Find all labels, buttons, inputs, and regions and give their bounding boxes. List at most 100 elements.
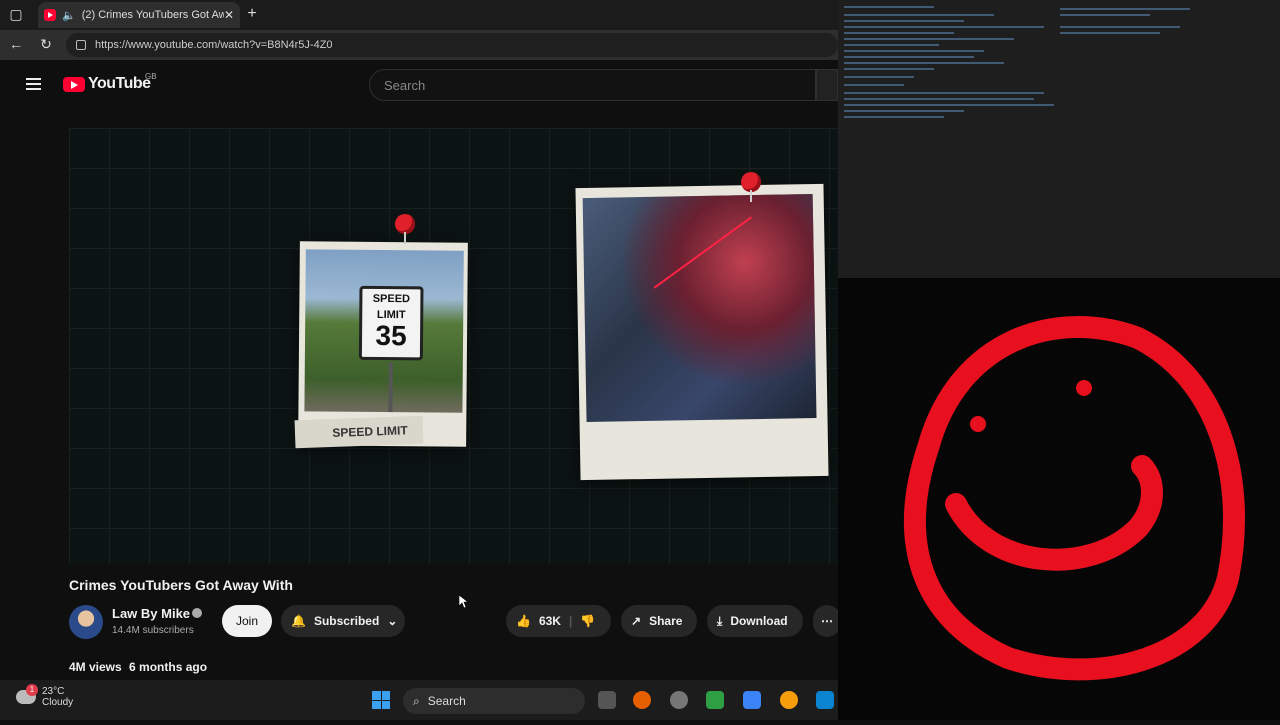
code-line	[844, 32, 954, 34]
push-pin-icon	[741, 172, 761, 202]
search-button[interactable]	[816, 69, 838, 101]
view-stats: 4M views 6 months ago	[69, 660, 207, 674]
blender-icon[interactable]	[780, 691, 798, 709]
video-player[interactable]: SPEED LIMIT 35 SPEED LIMIT	[69, 128, 838, 564]
thumbs-up-icon: 👍	[516, 614, 531, 628]
code-line	[844, 44, 939, 46]
weather-widget[interactable]: 1 23°C Cloudy	[16, 684, 73, 708]
windows-start-icon[interactable]	[372, 691, 390, 709]
tab-actions-icon[interactable]: ▢	[6, 6, 26, 23]
thumbs-down-icon[interactable]: 👎	[580, 614, 595, 628]
channel-name[interactable]: Law By Mike	[112, 606, 190, 621]
app-icon[interactable]	[743, 691, 761, 709]
bell-icon: 🔔	[291, 614, 306, 628]
upload-age: 6 months ago	[129, 660, 208, 674]
url-text: https://www.youtube.com/watch?v=B8N4r5J-…	[95, 39, 333, 51]
photo-speed-limit: SPEED LIMIT 35	[298, 241, 468, 447]
code-line	[844, 20, 964, 22]
download-icon: ⤓	[717, 613, 723, 628]
taskbar-search-label: Search	[427, 694, 466, 708]
notification-badge: 1	[26, 684, 38, 696]
code-line	[844, 104, 1054, 106]
firefox-icon[interactable]	[633, 691, 651, 709]
search-icon: ⌕	[413, 693, 420, 708]
smiley-drawing-panel	[838, 278, 1280, 720]
code-line	[844, 84, 904, 86]
right-eye	[1076, 380, 1092, 396]
code-line	[844, 14, 994, 16]
cloud-icon: 1	[16, 684, 38, 704]
join-button[interactable]: Join	[222, 605, 272, 637]
search-input[interactable]: Search	[369, 69, 816, 101]
game-app-icon[interactable]	[706, 691, 724, 709]
code-line	[1060, 8, 1190, 10]
channel-avatar[interactable]	[69, 605, 103, 639]
speaker-icon[interactable]: 🔈	[62, 9, 76, 22]
code-line	[844, 98, 1034, 100]
youtube-logo[interactable]: YouTube	[63, 75, 151, 93]
smiley-face-drawing	[904, 316, 1245, 681]
share-label: Share	[649, 614, 683, 628]
region-code: GB	[145, 72, 157, 81]
new-tab-icon[interactable]: +	[242, 5, 262, 23]
code-line	[844, 6, 934, 8]
subscribed-button[interactable]: 🔔 Subscribed ⌄	[281, 605, 405, 637]
youtube-logo-text: YouTube	[88, 75, 151, 92]
back-arrow-icon[interactable]: ←	[6, 36, 26, 52]
chevron-down-icon: ⌄	[387, 614, 398, 628]
sign-text-1: SPEED	[372, 292, 411, 306]
like-button[interactable]: 👍 63K | 👎	[506, 605, 611, 637]
photo-caption-tag: SPEED LIMIT	[294, 415, 424, 449]
address-bar[interactable]: https://www.youtube.com/watch?v=B8N4r5J-…	[66, 33, 838, 57]
red-arrow-annotation	[653, 216, 752, 289]
code-editor-panel	[838, 0, 1280, 278]
close-tab-icon[interactable]: ✕	[224, 8, 234, 22]
view-count: 4M views	[69, 660, 122, 674]
menu-icon[interactable]	[26, 78, 41, 90]
code-line	[844, 62, 1004, 64]
browser-toolbar: ← ↻ https://www.youtube.com/watch?v=B8N4…	[0, 30, 838, 60]
code-line	[1060, 32, 1160, 34]
photo-speed-limit-image: SPEED LIMIT 35	[304, 249, 464, 413]
search-placeholder: Search	[384, 77, 426, 93]
more-actions-button[interactable]: ⋯	[813, 605, 841, 637]
youtube-play-icon	[63, 76, 85, 92]
speed-limit-sign: SPEED LIMIT 35	[358, 285, 424, 361]
code-line	[1060, 14, 1150, 16]
code-line	[844, 68, 934, 70]
temperature: 23°C	[42, 686, 65, 697]
task-view-icon[interactable]	[598, 691, 616, 709]
subscriber-count: 14.4M subscribers	[112, 625, 194, 636]
code-line	[844, 92, 1044, 94]
share-button[interactable]: ↗ Share	[621, 605, 697, 637]
site-info-icon[interactable]	[76, 40, 86, 50]
code-line	[844, 56, 974, 58]
browser-tab-youtube[interactable]: 🔈 (2) Crimes YouTubers Got Aw ✕	[38, 2, 240, 28]
mouse-cursor-icon	[459, 595, 469, 609]
photo-dashboard-image	[582, 194, 817, 423]
browser-app-icon[interactable]	[670, 691, 688, 709]
code-line	[844, 76, 914, 78]
code-line	[844, 38, 1014, 40]
smile-mouth	[945, 455, 1163, 571]
reload-icon[interactable]: ↻	[36, 36, 56, 53]
photo-car-dashboard	[575, 183, 829, 481]
code-line	[844, 110, 964, 112]
code-line	[844, 26, 1044, 28]
code-line	[844, 116, 944, 118]
divider: |	[568, 614, 573, 628]
youtube-favicon-icon	[44, 9, 56, 21]
left-eye	[970, 416, 986, 432]
vscode-icon[interactable]	[816, 691, 834, 709]
taskbar-search[interactable]: ⌕ Search	[403, 688, 585, 714]
push-pin-icon	[395, 214, 415, 244]
download-label: Download	[730, 614, 788, 628]
sign-pole	[388, 362, 393, 413]
sign-number: 35	[375, 319, 407, 352]
video-title: Crimes YouTubers Got Away With	[69, 577, 293, 593]
code-line	[1060, 26, 1180, 28]
share-icon: ↗	[631, 614, 642, 628]
download-button[interactable]: ⤓ Download	[707, 605, 803, 637]
like-count: 63K	[538, 614, 561, 628]
tab-title: (2) Crimes YouTubers Got Aw	[81, 9, 224, 21]
